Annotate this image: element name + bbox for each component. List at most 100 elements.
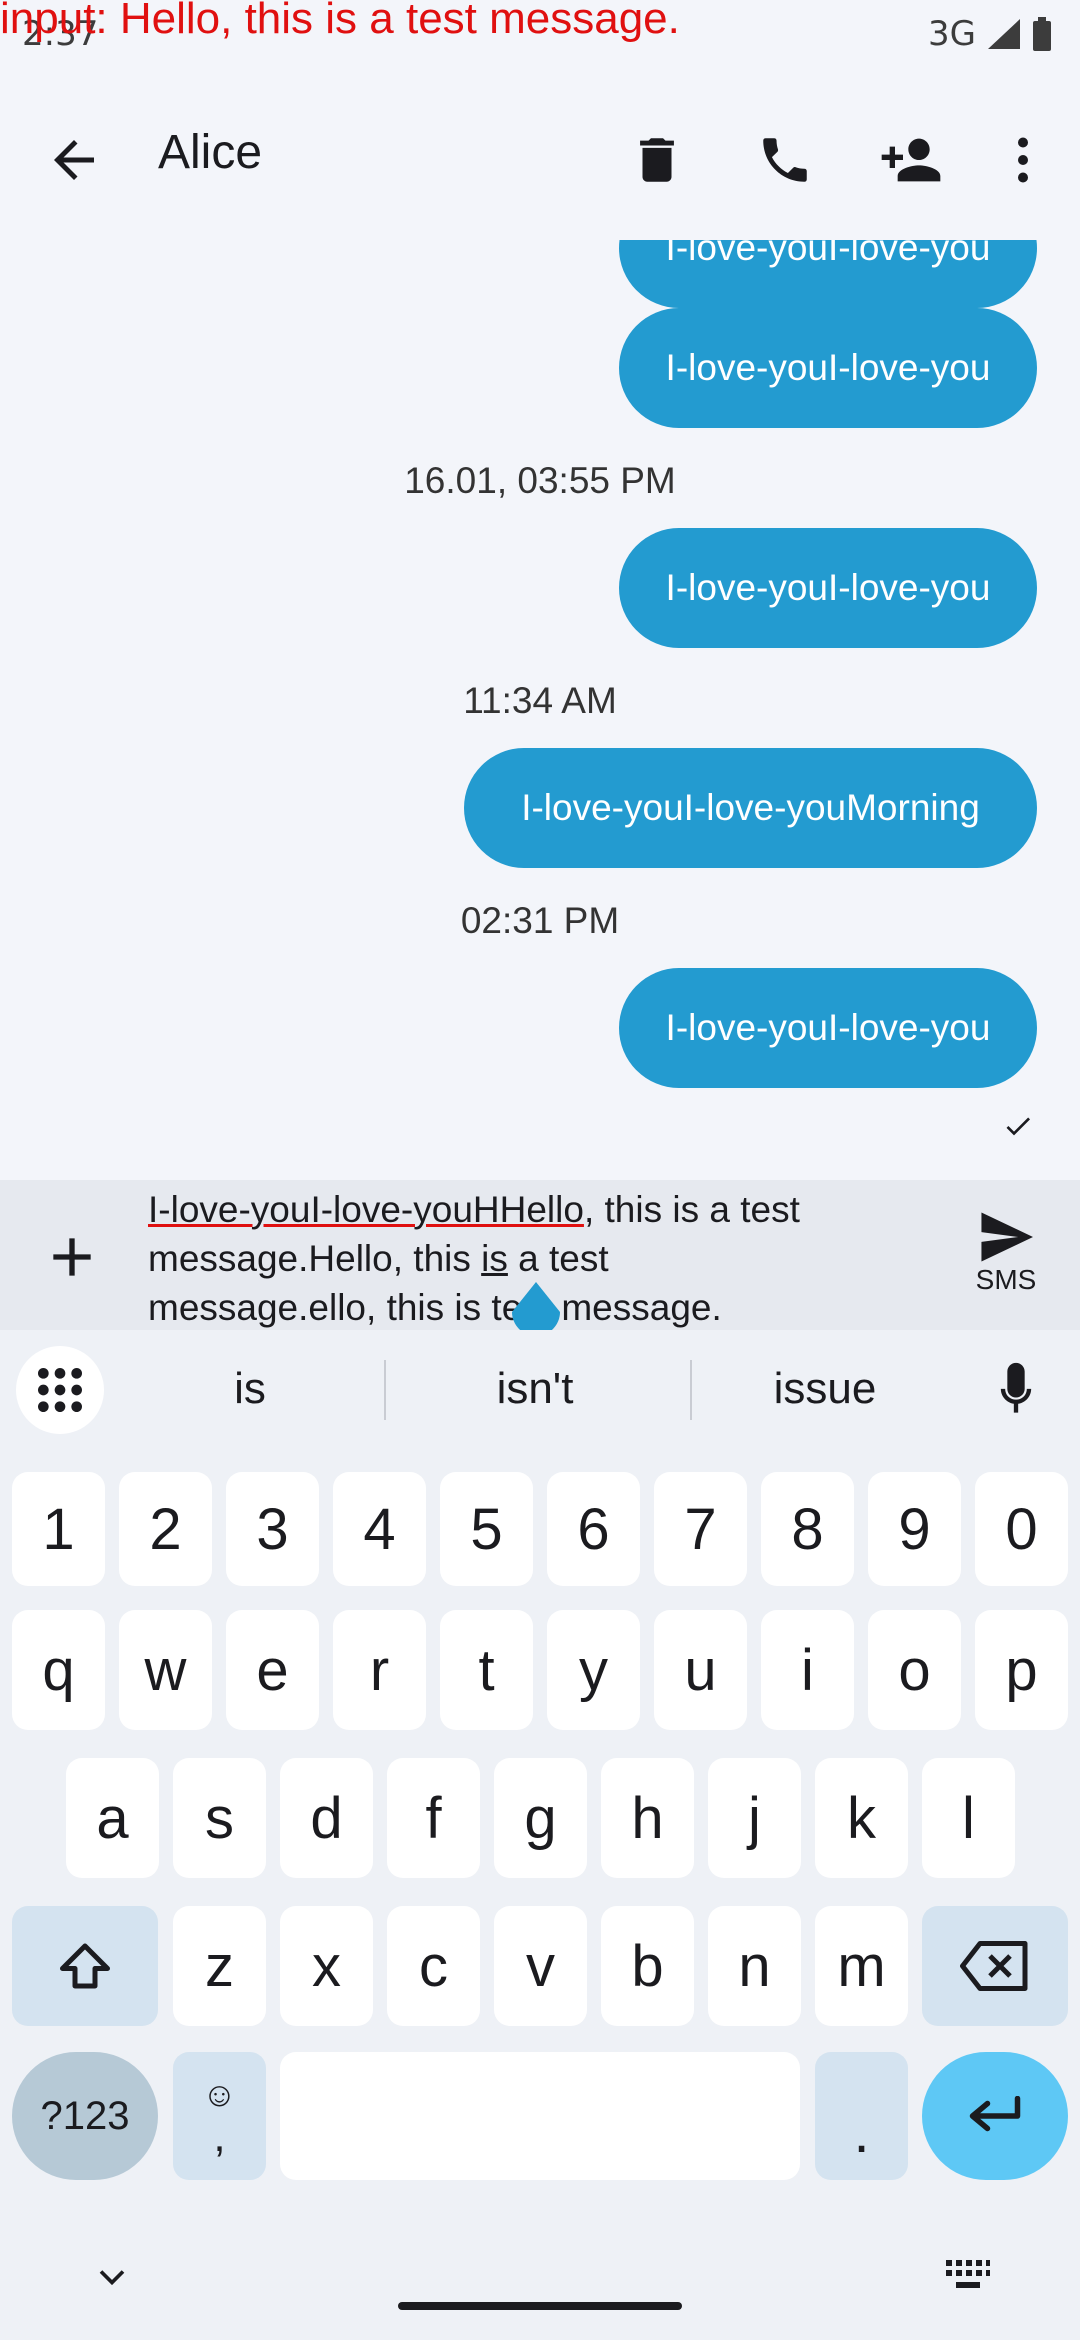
message-timestamp: 11:34 AM: [463, 680, 617, 721]
add-person-icon: [881, 138, 941, 182]
current-word: is: [481, 1238, 508, 1279]
key-j[interactable]: j: [708, 1758, 801, 1878]
suggestion-divider: [690, 1360, 692, 1420]
message-bubble[interactable]: I-love-youI-love-you: [619, 308, 1037, 428]
key-5[interactable]: 5: [440, 1472, 533, 1586]
key-o[interactable]: o: [868, 1610, 961, 1730]
key-7[interactable]: 7: [654, 1472, 747, 1586]
key-w[interactable]: w: [119, 1610, 212, 1730]
key-c[interactable]: c: [387, 1906, 480, 2026]
call-button[interactable]: [750, 125, 820, 195]
key-s[interactable]: s: [173, 1758, 266, 1878]
key-3[interactable]: 3: [226, 1472, 319, 1586]
phone-icon: [763, 138, 807, 182]
hide-keyboard-button[interactable]: [90, 2255, 134, 2299]
input-text: message.ello, this is: [148, 1287, 482, 1328]
key-0[interactable]: 0: [975, 1472, 1068, 1586]
apps-grid-icon: [38, 1368, 82, 1412]
debug-input-overlay: input: Hello, this is a test message.: [0, 0, 680, 43]
suggestion-2[interactable]: isn't: [420, 1364, 650, 1414]
key-r[interactable]: r: [333, 1610, 426, 1730]
key-i[interactable]: i: [761, 1610, 854, 1730]
keyboard-icon: [946, 2260, 990, 2288]
send-label: SMS: [975, 1264, 1037, 1295]
status-bar: 2:37 3G input: Hello, this is a test mes…: [0, 0, 1080, 70]
back-button[interactable]: [44, 130, 104, 190]
backspace-key[interactable]: [922, 1906, 1068, 2026]
home-gesture-bar[interactable]: [398, 2302, 682, 2310]
key-l[interactable]: l: [922, 1758, 1015, 1878]
microphone-icon: [1000, 1362, 1032, 1413]
symbols-key[interactable]: ?123: [12, 2052, 158, 2180]
more-vert-icon: [1018, 137, 1028, 183]
send-icon: [981, 1212, 1033, 1262]
key-p[interactable]: p: [975, 1610, 1068, 1730]
add-contact-button[interactable]: [876, 125, 946, 195]
more-options-button[interactable]: [988, 125, 1058, 195]
input-text: a test: [507, 1238, 609, 1279]
key-n[interactable]: n: [708, 1906, 801, 2026]
key-2[interactable]: 2: [119, 1472, 212, 1586]
backspace-icon: [960, 1941, 1028, 1991]
message-text: I-love-youI-love-youMorning: [521, 787, 980, 828]
key-v[interactable]: v: [494, 1906, 587, 2026]
message-text: I-love-youI-love-you: [665, 240, 991, 268]
switch-keyboard-button[interactable]: [944, 2258, 992, 2298]
key-q[interactable]: q: [12, 1610, 105, 1730]
voice-input-button[interactable]: [990, 1360, 1050, 1430]
input-text: , this is a test: [583, 1189, 800, 1230]
chevron-down-icon: [99, 2270, 125, 2286]
arrow-back-icon: [54, 140, 94, 180]
send-button[interactable]: SMS: [966, 1210, 1046, 1310]
status-icons: 3G: [928, 14, 1052, 54]
message-bubble[interactable]: I-love-youI-love-youMorning: [464, 748, 1037, 868]
enter-icon: [969, 2096, 1021, 2132]
message-text: I-love-youI-love-you: [665, 567, 991, 608]
key-1[interactable]: 1: [12, 1472, 105, 1586]
shift-key[interactable]: [12, 1906, 158, 2026]
signal-icon: [988, 19, 1020, 49]
key-x[interactable]: x: [280, 1906, 373, 2026]
suggestion-3[interactable]: issue: [715, 1364, 935, 1414]
delete-button[interactable]: [622, 125, 692, 195]
keyboard-menu-button[interactable]: [16, 1346, 104, 1434]
key-f[interactable]: f: [387, 1758, 480, 1878]
space-key[interactable]: [280, 2052, 800, 2180]
conversation-title: Alice: [158, 126, 263, 179]
message-text: I-love-youI-love-you: [665, 347, 991, 388]
network-type: 3G: [928, 14, 976, 54]
key-t[interactable]: t: [440, 1610, 533, 1730]
key-9[interactable]: 9: [868, 1472, 961, 1586]
key-d[interactable]: d: [280, 1758, 373, 1878]
message-timestamp: 02:31 PM: [460, 900, 620, 941]
delete-icon: [640, 138, 674, 182]
key-b[interactable]: b: [601, 1906, 694, 2026]
attach-button[interactable]: [40, 1225, 104, 1289]
key-a[interactable]: a: [66, 1758, 159, 1878]
comma-label: ,: [213, 2112, 226, 2161]
input-text: message.Hello, this: [148, 1238, 482, 1279]
message-timestamp: 16.01, 03:55 PM: [404, 460, 676, 501]
key-g[interactable]: g: [494, 1758, 587, 1878]
key-6[interactable]: 6: [547, 1472, 640, 1586]
suggestion-divider: [384, 1360, 386, 1420]
key-8[interactable]: 8: [761, 1472, 854, 1586]
key-4[interactable]: 4: [333, 1472, 426, 1586]
period-key[interactable]: .: [815, 2052, 908, 2180]
suggestion-1[interactable]: is: [140, 1364, 360, 1414]
key-y[interactable]: y: [547, 1610, 640, 1730]
key-k[interactable]: k: [815, 1758, 908, 1878]
emoji-icon: ☺: [202, 2076, 237, 2114]
key-m[interactable]: m: [815, 1906, 908, 2026]
key-z[interactable]: z: [173, 1906, 266, 2026]
emoji-comma-key[interactable]: ☺ ,: [173, 2052, 266, 2180]
key-u[interactable]: u: [654, 1610, 747, 1730]
sent-check-icon: [1006, 1117, 1030, 1136]
message-bubble[interactable]: I-love-youI-love-you: [619, 528, 1037, 648]
key-e[interactable]: e: [226, 1610, 319, 1730]
message-bubble[interactable]: I-love-youI-love-you: [619, 968, 1037, 1088]
message-bubble[interactable]: I-love-youI-love-you: [619, 240, 1037, 308]
enter-key[interactable]: [922, 2052, 1068, 2180]
shift-icon: [60, 1943, 110, 1989]
key-h[interactable]: h: [601, 1758, 694, 1878]
